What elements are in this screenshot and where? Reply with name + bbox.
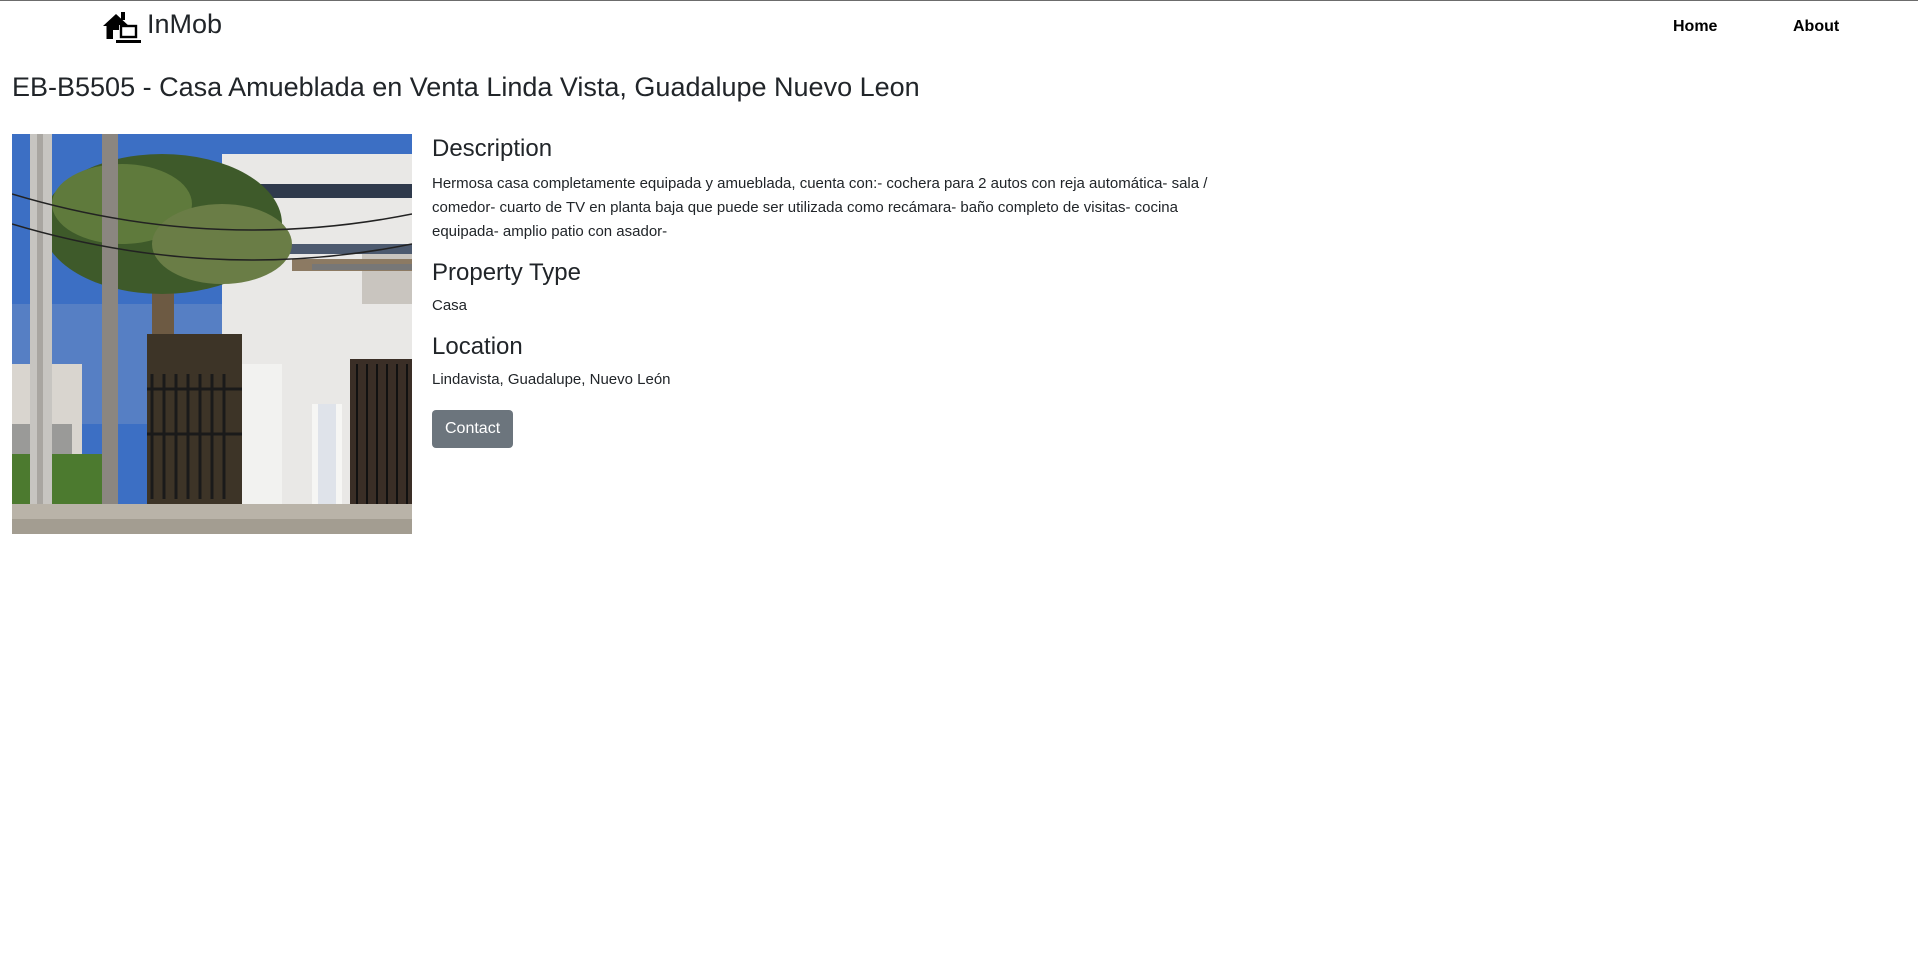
- property-type-heading: Property Type: [432, 259, 581, 286]
- contact-button[interactable]: Contact: [432, 410, 514, 448]
- location-heading: Location: [432, 333, 523, 360]
- brand-link[interactable]: InMob: [101, 9, 222, 45]
- nav-about-link[interactable]: About: [1793, 18, 1839, 36]
- location-value: Lindavista, Guadalupe, Nuevo León: [432, 371, 671, 388]
- page-title: EB-B5505 - Casa Amueblada en Venta Linda…: [12, 72, 920, 102]
- description-text: Hermosa casa completamente equipada y am…: [432, 175, 1208, 240]
- property-photo[interactable]: [12, 134, 412, 534]
- house-laptop-icon: [101, 9, 143, 45]
- nav-home-link[interactable]: Home: [1673, 18, 1717, 36]
- brand-name: InMob: [147, 9, 223, 39]
- description-heading: Description: [432, 135, 553, 162]
- property-type-value: Casa: [432, 297, 468, 314]
- property-details: Description Hermosa casa completamente e…: [432, 134, 1232, 448]
- navbar: InMob Home About: [0, 1, 1918, 53]
